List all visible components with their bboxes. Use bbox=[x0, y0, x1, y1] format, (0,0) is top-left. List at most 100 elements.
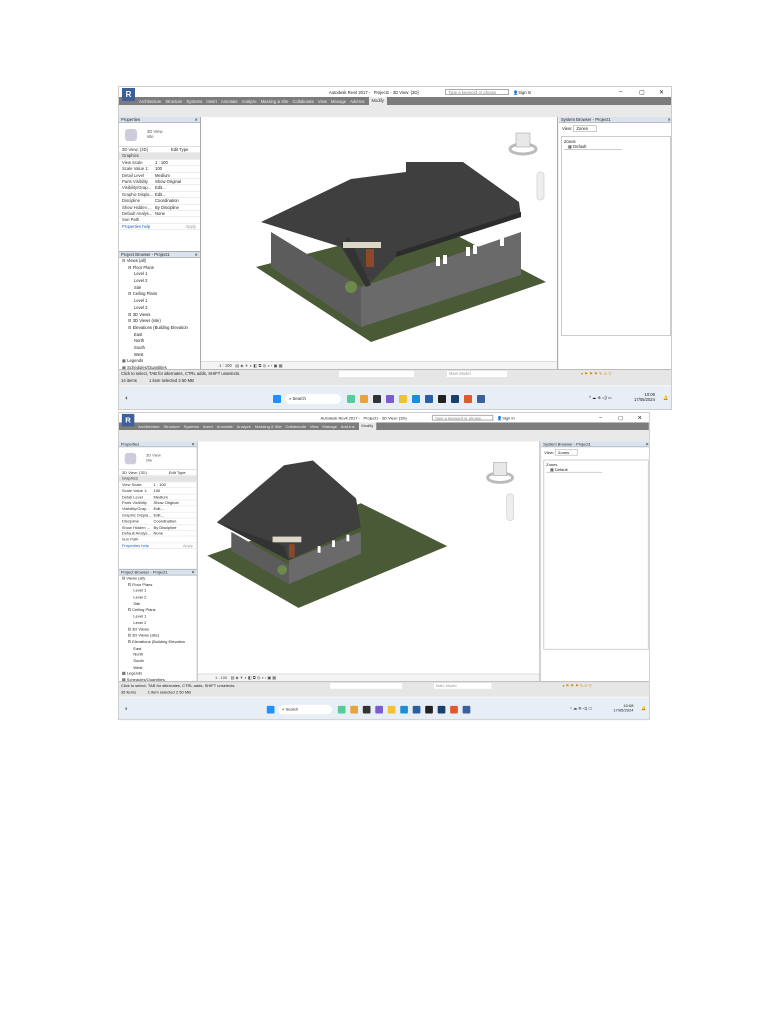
ribbon-tab-modify[interactable]: Modify bbox=[368, 97, 387, 105]
ribbon-tab-massing-site[interactable]: Massing & Site bbox=[261, 99, 289, 104]
property-value[interactable]: 100 bbox=[152, 488, 197, 493]
property-value[interactable]: Medium bbox=[152, 494, 197, 499]
close-button[interactable]: ✕ bbox=[637, 415, 642, 422]
property-value[interactable]: Show Original bbox=[153, 179, 200, 184]
ribbon-tab-massing-site[interactable]: Massing & Site bbox=[255, 424, 282, 429]
taskbar-app-icon[interactable] bbox=[477, 395, 485, 403]
sign-in-button[interactable]: 👤Sign In bbox=[497, 416, 515, 422]
view-scale[interactable]: 1 : 100 bbox=[219, 363, 232, 368]
apply-button[interactable]: Apply bbox=[153, 224, 200, 229]
property-value[interactable]: None bbox=[153, 211, 200, 216]
property-value[interactable]: None bbox=[152, 531, 197, 536]
browser-tree-item[interactable]: ⊟ Views (all) bbox=[119, 258, 200, 265]
property-value[interactable] bbox=[152, 537, 197, 542]
taskbar-app-icon[interactable] bbox=[438, 395, 446, 403]
properties-help-link[interactable]: Properties help bbox=[119, 224, 153, 229]
taskbar-search[interactable]: ⌕ Search bbox=[285, 394, 341, 404]
navigation-bar[interactable] bbox=[506, 493, 514, 521]
taskbar-app-icon[interactable] bbox=[387, 705, 396, 714]
property-value[interactable] bbox=[153, 217, 200, 222]
view-dropdown[interactable]: Zones bbox=[555, 449, 578, 456]
property-value[interactable]: Edit... bbox=[153, 192, 200, 197]
property-value[interactable]: Show Original bbox=[152, 500, 197, 505]
maximize-button[interactable]: ▢ bbox=[639, 89, 645, 96]
browser-tree-item[interactable]: East bbox=[119, 332, 200, 339]
weather-icon[interactable]: ◐ bbox=[125, 706, 129, 713]
taskbar-app-icon[interactable] bbox=[375, 705, 383, 714]
taskbar-app-icon[interactable] bbox=[412, 395, 420, 403]
browser-tree-item[interactable]: West bbox=[119, 352, 200, 359]
minimize-button[interactable]: – bbox=[599, 415, 602, 421]
browser-tree-item[interactable]: ⊟ Elevations (Building Elevation bbox=[119, 639, 197, 645]
windows-start-icon[interactable] bbox=[273, 395, 281, 403]
keyword-search-input[interactable]: Type a keyword or phrase bbox=[445, 89, 509, 95]
property-value[interactable]: Edit... bbox=[153, 185, 200, 190]
taskbar-app-icon[interactable] bbox=[400, 705, 408, 714]
sign-in-button[interactable]: 👤Sign In bbox=[513, 90, 531, 96]
browser-tree-item[interactable]: ⊟ Elevations (Building Elevation bbox=[119, 325, 200, 332]
ribbon-tab-analyze[interactable]: Analyze bbox=[242, 99, 257, 104]
taskbar-app-icon[interactable] bbox=[337, 705, 346, 714]
taskbar-app-icon[interactable] bbox=[462, 705, 471, 714]
edit-type-button[interactable]: Edit Type bbox=[167, 470, 197, 475]
type-selector[interactable]: 3D View site bbox=[118, 447, 197, 471]
taskbar-app-icon[interactable] bbox=[347, 395, 355, 403]
view-scale[interactable]: 1 : 100 bbox=[215, 675, 227, 680]
instance-selector[interactable]: 3D View: {3D} bbox=[119, 470, 167, 475]
property-value[interactable]: Edit... bbox=[152, 513, 197, 518]
ribbon-tab-annotate[interactable]: Annotate bbox=[217, 424, 233, 429]
properties-help-link[interactable]: Properties help bbox=[119, 543, 152, 548]
browser-tree-item[interactable]: Site bbox=[119, 285, 200, 292]
property-value[interactable]: Medium bbox=[153, 173, 200, 178]
minimize-button[interactable]: – bbox=[619, 89, 622, 95]
taskbar-app-icon[interactable] bbox=[373, 395, 381, 403]
workset-field[interactable] bbox=[330, 683, 403, 689]
ribbon-tab-insert[interactable]: Insert bbox=[206, 99, 216, 104]
taskbar-app-icon[interactable] bbox=[425, 395, 433, 403]
notification-icon[interactable]: 🔔 bbox=[663, 395, 668, 401]
taskbar-app-icon[interactable] bbox=[399, 395, 407, 403]
property-value[interactable]: 100 bbox=[153, 166, 200, 171]
edit-type-button[interactable]: Edit Type bbox=[169, 147, 200, 152]
selection-filter-icons[interactable]: ♦ ⚑ ⚑ ⚑ ✎ ⊙ ▽ bbox=[562, 683, 591, 688]
system-tray-icons[interactable]: ^ ☁ ⊕ ◁) ▭ bbox=[570, 706, 592, 711]
ribbon-tab-architecture[interactable]: Architecture bbox=[139, 99, 161, 104]
browser-tree-item[interactable]: Level 2 bbox=[119, 278, 200, 285]
ribbon-tab-manage[interactable]: Manage bbox=[322, 424, 337, 429]
taskbar-app-icon[interactable] bbox=[350, 705, 358, 714]
ribbon-tab-structure[interactable]: Structure bbox=[165, 99, 182, 104]
maximize-button[interactable]: ▢ bbox=[618, 415, 623, 422]
taskbar-app-icon[interactable] bbox=[450, 705, 458, 714]
taskbar-app-icon[interactable] bbox=[412, 705, 421, 714]
ribbon-tab-structure[interactable]: Structure bbox=[163, 424, 179, 429]
clock[interactable]: 10:08 17/05/2024 bbox=[613, 703, 633, 713]
ribbon-tab-annotate[interactable]: Annotate bbox=[221, 99, 238, 104]
ribbon-tab-architecture[interactable]: Architecture bbox=[138, 424, 159, 429]
notification-icon[interactable]: 🔔 bbox=[641, 706, 646, 712]
system-tray-icons[interactable]: ^ ☁ ⊕ ◁) ▭ bbox=[589, 395, 612, 400]
browser-tree-item[interactable]: Level 1 bbox=[119, 298, 200, 305]
browser-tree-item[interactable]: ⊟ Ceiling Plans bbox=[119, 291, 200, 298]
browser-tree-item[interactable]: Level 1 bbox=[119, 271, 200, 278]
taskbar-app-icon[interactable] bbox=[360, 395, 368, 403]
browser-tree-item[interactable]: ▦ Legends bbox=[119, 358, 200, 365]
ribbon-tab-modify[interactable]: Modify bbox=[358, 422, 377, 431]
navigation-bar[interactable] bbox=[536, 171, 545, 201]
browser-tree-item[interactable]: North bbox=[119, 338, 200, 345]
property-value[interactable]: By Discipline bbox=[152, 525, 197, 530]
close-button[interactable]: ✕ bbox=[659, 89, 664, 96]
ribbon-tab-add-ins[interactable]: Add-Ins bbox=[350, 99, 364, 104]
type-selector[interactable]: 3D View site bbox=[119, 123, 200, 147]
house-3d-model[interactable] bbox=[198, 441, 541, 673]
design-option-field[interactable]: Main Model bbox=[433, 683, 492, 689]
ribbon-tab-collaborate[interactable]: Collaborate bbox=[293, 99, 314, 104]
taskbar-app-icon[interactable] bbox=[451, 395, 459, 403]
3d-viewport[interactable]: 1 : 100 ▤ ◈ ☀ ◐ ◧ ⧉ ◎ ⌕ ‹ ▣ ▦ bbox=[197, 441, 541, 682]
ribbon-tab-view[interactable]: View bbox=[310, 424, 319, 429]
ribbon-tab-systems[interactable]: Systems bbox=[186, 99, 202, 104]
viewcube-icon[interactable] bbox=[508, 132, 538, 156]
close-icon[interactable]: ✕ bbox=[194, 252, 198, 258]
revit-logo[interactable]: R bbox=[122, 88, 135, 101]
ribbon-tab-collaborate[interactable]: Collaborate bbox=[286, 424, 307, 429]
windows-start-icon[interactable] bbox=[266, 705, 275, 714]
